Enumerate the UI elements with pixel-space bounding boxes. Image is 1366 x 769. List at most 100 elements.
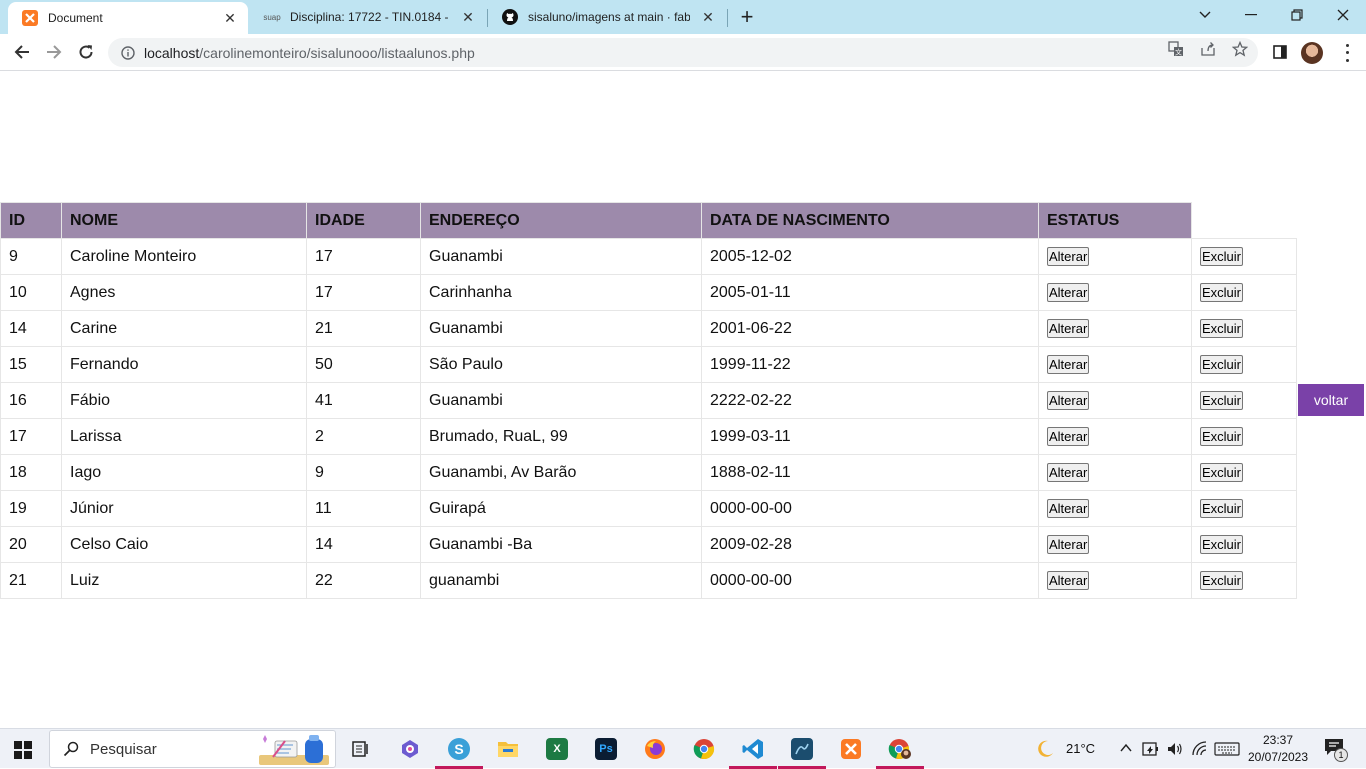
cell-nome: Caroline Monteiro [61, 238, 307, 275]
alterar-button[interactable]: Alterar [1047, 463, 1090, 482]
address-bar[interactable]: localhost/carolinemonteiro/sisalunooo/li… [108, 38, 1258, 67]
chrome-profile-icon[interactable] [876, 734, 924, 769]
cell-nascimento: 0000-00-00 [701, 490, 1039, 527]
file-explorer-icon[interactable] [490, 734, 526, 764]
tab-github[interactable]: sisaluno/imagens at main · fabior ✕ [488, 0, 726, 34]
chrome-icon[interactable] [686, 734, 722, 764]
cell-alterar: Alterar [1038, 562, 1192, 599]
cell-idade: 17 [306, 238, 421, 275]
browser-menu-icon[interactable] [1343, 42, 1351, 64]
copilot-icon[interactable] [392, 734, 428, 764]
cell-endereco: Guanambi [420, 310, 702, 347]
cell-alterar: Alterar [1038, 274, 1192, 311]
clock-time: 23:37 [1262, 733, 1294, 747]
cell-excluir: Excluir [1191, 454, 1297, 491]
cell-nascimento: 1999-11-22 [701, 346, 1039, 383]
xampp-icon[interactable] [833, 734, 869, 764]
windows-start-icon[interactable] [14, 741, 32, 759]
new-tab-button[interactable]: + [735, 4, 759, 29]
keyboard-icon[interactable] [1214, 740, 1240, 758]
cell-id: 20 [0, 526, 62, 563]
back-button[interactable] [8, 38, 36, 66]
voltar-button[interactable]: voltar [1298, 384, 1364, 416]
cell-alterar: Alterar [1038, 490, 1192, 527]
share-icon[interactable] [1199, 40, 1217, 58]
task-view-icon[interactable] [343, 734, 379, 764]
close-window-button[interactable] [1320, 0, 1366, 30]
cell-excluir: Excluir [1191, 310, 1297, 347]
alterar-button[interactable]: Alterar [1047, 571, 1090, 590]
column-header-empty [1192, 203, 1297, 239]
cell-alterar: Alterar [1038, 238, 1192, 275]
wifi-icon[interactable] [1191, 740, 1209, 758]
tab-title: Document [48, 11, 103, 25]
excluir-button[interactable]: Excluir [1200, 535, 1244, 554]
cell-nome: Agnes [61, 274, 307, 311]
weather-temperature[interactable]: 21°C [1066, 741, 1095, 756]
excluir-button[interactable]: Excluir [1200, 391, 1244, 410]
restore-button[interactable] [1274, 0, 1320, 30]
site-info-icon[interactable] [120, 45, 136, 61]
alterar-button[interactable]: Alterar [1047, 247, 1090, 266]
cell-id: 17 [0, 418, 62, 455]
volume-icon[interactable] [1166, 740, 1184, 758]
battery-network-icon[interactable] [1142, 740, 1160, 758]
table-row: 17 Larissa 2 Brumado, RuaL, 99 1999-03-11 Alt… [0, 418, 1297, 455]
taskbar-search-box[interactable]: Pesquisar [49, 730, 336, 768]
weather-moon-icon[interactable] [1034, 738, 1056, 760]
excluir-button[interactable]: Excluir [1200, 355, 1244, 374]
page-content: ID NOME IDADE ENDEREÇO DATA DE NASCIMENT… [0, 72, 1366, 728]
cell-excluir: Excluir [1191, 346, 1297, 383]
photoshop-icon[interactable]: Ps [588, 734, 624, 764]
alterar-button[interactable]: Alterar [1047, 427, 1090, 446]
alterar-button[interactable]: Alterar [1047, 283, 1090, 302]
cell-id: 10 [0, 274, 62, 311]
simplenote-icon[interactable]: S [435, 734, 483, 769]
cell-nome: Júnior [61, 490, 307, 527]
alterar-button[interactable]: Alterar [1047, 499, 1090, 518]
tab-disciplina[interactable]: suap Disciplina: 17722 - TIN.0184 - Pro … [250, 0, 486, 34]
excel-icon[interactable]: X [539, 734, 575, 764]
cell-endereco: Guanambi, Av Barão [420, 454, 702, 491]
cell-nascimento: 0000-00-00 [701, 562, 1039, 599]
forward-button[interactable] [40, 38, 68, 66]
search-icon [62, 740, 80, 758]
close-tab-icon[interactable]: ✕ [698, 7, 718, 27]
chevron-up-icon[interactable] [1119, 741, 1133, 755]
tab-search-chevron-icon[interactable] [1182, 0, 1228, 30]
notification-count-badge: 1 [1334, 748, 1348, 762]
vscode-icon[interactable] [729, 734, 777, 769]
url-host: localhost [144, 44, 200, 61]
excluir-button[interactable]: Excluir [1200, 283, 1244, 302]
cell-nome: Luiz [61, 562, 307, 599]
close-tab-icon[interactable]: ✕ [220, 8, 240, 28]
cell-idade: 14 [306, 526, 421, 563]
notifications-icon[interactable]: 1 [1324, 738, 1350, 762]
alterar-button[interactable]: Alterar [1047, 319, 1090, 338]
close-tab-icon[interactable]: ✕ [458, 7, 478, 27]
browser-toolbar: localhost/carolinemonteiro/sisalunooo/li… [0, 34, 1366, 71]
bookmark-star-icon[interactable] [1231, 40, 1249, 58]
alterar-button[interactable]: Alterar [1047, 535, 1090, 554]
alterar-button[interactable]: Alterar [1047, 391, 1090, 410]
translate-icon[interactable]: 文 [1167, 40, 1185, 58]
excluir-button[interactable]: Excluir [1200, 247, 1244, 266]
minimize-button[interactable] [1228, 0, 1274, 30]
cell-idade: 21 [306, 310, 421, 347]
tab-document[interactable]: Document ✕ [8, 2, 248, 34]
excluir-button[interactable]: Excluir [1200, 499, 1244, 518]
reload-button[interactable] [72, 38, 100, 66]
alterar-button[interactable]: Alterar [1047, 355, 1090, 374]
system-clock[interactable]: 23:37 20/07/2023 [1244, 732, 1312, 766]
excluir-button[interactable]: Excluir [1200, 463, 1244, 482]
firefox-icon[interactable] [637, 734, 673, 764]
cell-endereco: São Paulo [420, 346, 702, 383]
cell-nascimento: 2005-12-02 [701, 238, 1039, 275]
excluir-button[interactable]: Excluir [1200, 427, 1244, 446]
side-panel-icon[interactable] [1270, 42, 1290, 62]
cell-excluir: Excluir [1191, 274, 1297, 311]
excluir-button[interactable]: Excluir [1200, 571, 1244, 590]
mysql-workbench-icon[interactable] [778, 734, 826, 769]
profile-avatar[interactable] [1301, 42, 1323, 64]
excluir-button[interactable]: Excluir [1200, 319, 1244, 338]
